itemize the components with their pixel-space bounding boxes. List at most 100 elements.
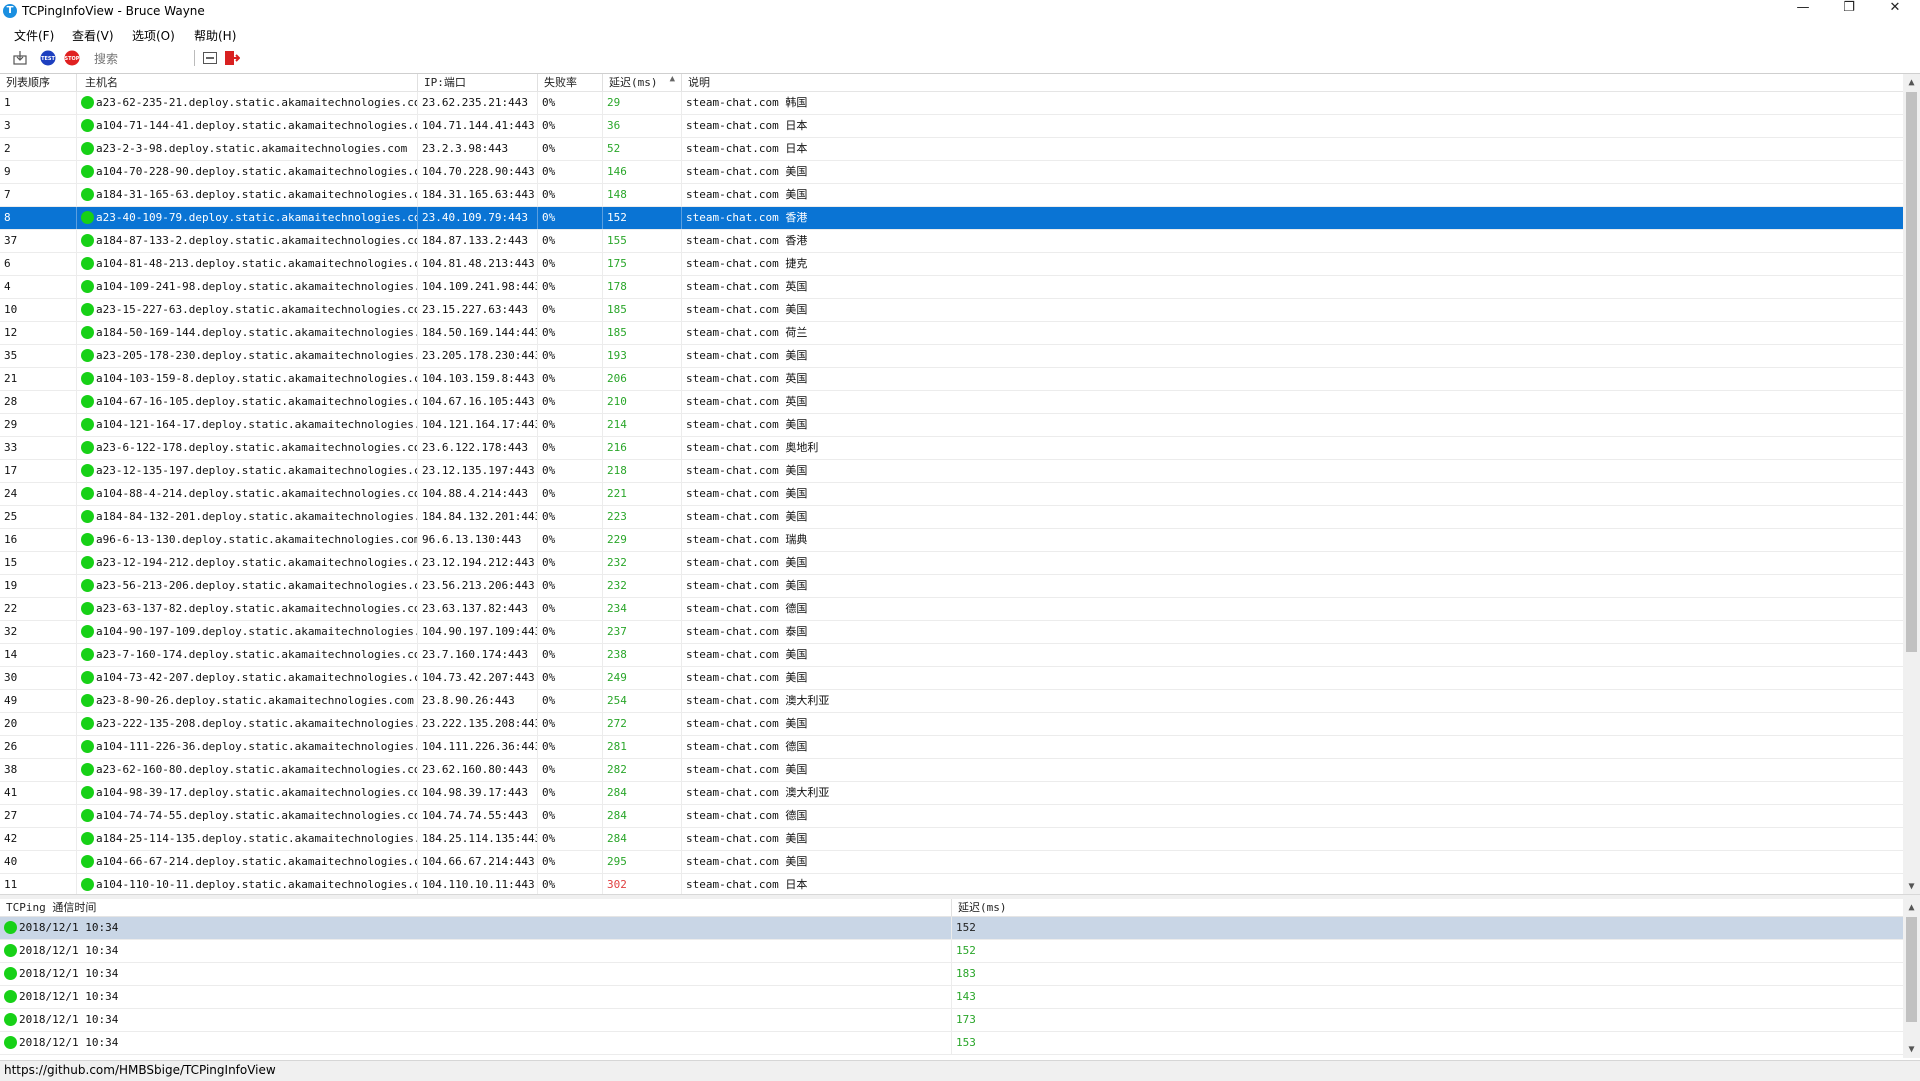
status-ok-icon bbox=[81, 326, 94, 339]
column-fail-rate[interactable]: 失败率 bbox=[538, 74, 603, 91]
row-host-text: a104-90-197-109.deploy.static.akamaitech… bbox=[96, 625, 418, 638]
column-host[interactable]: 主机名 bbox=[77, 74, 418, 91]
row-host-text: a104-66-67-214.deploy.static.akamaitechn… bbox=[96, 855, 418, 868]
row-description: steam-chat.com 美国 bbox=[686, 303, 808, 316]
table-row[interactable]: 3 a104-71-144-41.deploy.static.akamaitech… bbox=[0, 115, 1903, 138]
table-row[interactable]: 42 a184-25-114-135.deploy.static.akamaite… bbox=[0, 828, 1903, 851]
scroll-thumb[interactable] bbox=[1906, 917, 1917, 1022]
list-item[interactable]: 2018/12/1 10:34 183 bbox=[0, 963, 1903, 986]
list-item[interactable]: 2018/12/1 10:34 152 bbox=[0, 940, 1903, 963]
table-row[interactable]: 32 a104-90-197-109.deploy.static.akamaite… bbox=[0, 621, 1903, 644]
table-row[interactable]: 19 a23-56-213-206.deploy.static.akamaitec… bbox=[0, 575, 1903, 598]
scroll-thumb[interactable] bbox=[1906, 92, 1917, 652]
table-row[interactable]: 10 a23-15-227-63.deploy.static.akamaitech… bbox=[0, 299, 1903, 322]
table-row[interactable]: 25 a184-84-132-201.deploy.static.akamaite… bbox=[0, 506, 1903, 529]
close-button[interactable]: ✕ bbox=[1872, 0, 1918, 22]
scroll-up-icon[interactable]: ▲ bbox=[1903, 899, 1920, 916]
list-item[interactable]: 2018/12/1 10:34 153 bbox=[0, 1032, 1903, 1055]
table-row[interactable]: 6 a104-81-48-213.deploy.static.akamaitech… bbox=[0, 253, 1903, 276]
table-row[interactable]: 15 a23-12-194-212.deploy.static.akamaitec… bbox=[0, 552, 1903, 575]
row-host: a23-56-213-206.deploy.static.akamaitechn… bbox=[77, 575, 418, 597]
row-host: a104-103-159-8.deploy.static.akamaitechn… bbox=[77, 368, 418, 390]
ping-time-text: 2018/12/1 10:34 bbox=[19, 944, 119, 957]
row-fail-rate: 0% bbox=[538, 437, 603, 459]
table-row[interactable]: 27 a104-74-74-55.deploy.static.akamaitech… bbox=[0, 805, 1903, 828]
table-row[interactable]: 37 a184-87-133-2.deploy.static.akamaitech… bbox=[0, 230, 1903, 253]
list-item[interactable]: 2018/12/1 10:34 143 bbox=[0, 986, 1903, 1009]
table-row[interactable]: 35 a23-205-178-230.deploy.static.akamaite… bbox=[0, 345, 1903, 368]
row-host-text: a104-109-241-98.deploy.static.akamaitech… bbox=[96, 280, 418, 293]
test-icon[interactable]: TEST bbox=[40, 50, 56, 66]
table-row[interactable]: 17 a23-12-135-197.deploy.static.akamaitec… bbox=[0, 460, 1903, 483]
exit-icon[interactable] bbox=[224, 50, 240, 66]
row-order: 49 bbox=[0, 690, 77, 712]
table-row[interactable]: 33 a23-6-122-178.deploy.static.akamaitech… bbox=[0, 437, 1903, 460]
host-list-header: 列表顺序 主机名 IP:端口 失败率 延迟(ms) ▲ 说明 bbox=[0, 74, 1903, 92]
table-row[interactable]: 1 a23-62-235-21.deploy.static.akamaitechn… bbox=[0, 92, 1903, 115]
column-latency[interactable]: 延迟(ms) ▲ bbox=[603, 74, 682, 91]
table-row[interactable]: 29 a104-121-164-17.deploy.static.akamaite… bbox=[0, 414, 1903, 437]
table-row[interactable]: 16 a96-6-13-130.deploy.static.akamaitechn… bbox=[0, 529, 1903, 552]
load-file-icon[interactable] bbox=[12, 50, 28, 66]
host-list-scrollbar[interactable]: ▲ ▼ bbox=[1903, 74, 1920, 895]
menu-bar: 文件(F) 查看(V) 选项(O) 帮助(H) bbox=[0, 23, 1920, 45]
list-item[interactable]: 2018/12/1 10:34 152 bbox=[0, 917, 1903, 940]
row-host-text: a23-63-137-82.deploy.static.akamaitechno… bbox=[96, 602, 418, 615]
ping-history-scrollbar[interactable]: ▲ ▼ bbox=[1903, 899, 1920, 1058]
table-row[interactable]: 30 a104-73-42-207.deploy.static.akamaitec… bbox=[0, 667, 1903, 690]
row-fail-rate: 0% bbox=[538, 391, 603, 413]
table-row[interactable]: 28 a104-67-16-105.deploy.static.akamaitec… bbox=[0, 391, 1903, 414]
row-description: steam-chat.com 美国 bbox=[686, 510, 808, 523]
table-row[interactable]: 49 a23-8-90-26.deploy.static.akamaitechno… bbox=[0, 690, 1903, 713]
table-row[interactable]: 24 a104-88-4-214.deploy.static.akamaitech… bbox=[0, 483, 1903, 506]
table-row[interactable]: 12 a184-50-169-144.deploy.static.akamaite… bbox=[0, 322, 1903, 345]
row-fail-rate: 0% bbox=[538, 506, 603, 528]
search-input[interactable] bbox=[92, 50, 196, 68]
column-description[interactable]: 说明 bbox=[682, 74, 1903, 91]
table-row[interactable]: 21 a104-103-159-8.deploy.static.akamaitec… bbox=[0, 368, 1903, 391]
menu-file[interactable]: 文件(F) bbox=[14, 27, 54, 44]
maximize-button[interactable]: ❐ bbox=[1826, 0, 1872, 22]
row-host: a184-84-132-201.deploy.static.akamaitech… bbox=[77, 506, 418, 528]
status-text: https://github.com/HMBSbige/TCPingInfoVi… bbox=[4, 1063, 276, 1077]
table-row[interactable]: 2 a23-2-3-98.deploy.static.akamaitechnolo… bbox=[0, 138, 1903, 161]
menu-view[interactable]: 查看(V) bbox=[72, 27, 114, 44]
table-row[interactable]: 14 a23-7-160-174.deploy.static.akamaitech… bbox=[0, 644, 1903, 667]
collapse-icon[interactable] bbox=[202, 50, 218, 66]
toolbar-separator bbox=[194, 50, 195, 66]
table-row[interactable]: 41 a104-98-39-17.deploy.static.akamaitech… bbox=[0, 782, 1903, 805]
table-row[interactable]: 8 a23-40-109-79.deploy.static.akamaitechn… bbox=[0, 207, 1903, 230]
row-host: a23-12-194-212.deploy.static.akamaitechn… bbox=[77, 552, 418, 574]
row-description: steam-chat.com 泰国 bbox=[686, 625, 808, 638]
minimize-button[interactable]: — bbox=[1780, 0, 1826, 22]
table-row[interactable]: 7 a184-31-165-63.deploy.static.akamaitech… bbox=[0, 184, 1903, 207]
table-row[interactable]: 20 a23-222-135-208.deploy.static.akamaite… bbox=[0, 713, 1903, 736]
table-row[interactable]: 4 a104-109-241-98.deploy.static.akamaitec… bbox=[0, 276, 1903, 299]
table-row[interactable]: 26 a104-111-226-36.deploy.static.akamaite… bbox=[0, 736, 1903, 759]
row-ip: 184.87.133.2:443 bbox=[418, 230, 538, 252]
stop-icon[interactable]: STOP bbox=[64, 50, 80, 66]
scroll-up-icon[interactable]: ▲ bbox=[1903, 74, 1920, 91]
table-row[interactable]: 38 a23-62-160-80.deploy.static.akamaitech… bbox=[0, 759, 1903, 782]
column-order[interactable]: 列表顺序 bbox=[0, 74, 77, 91]
row-host: a23-62-160-80.deploy.static.akamaitechno… bbox=[77, 759, 418, 781]
row-host-text: a23-7-160-174.deploy.static.akamaitechno… bbox=[96, 648, 418, 661]
row-fail-rate: 0% bbox=[538, 736, 603, 758]
row-latency: 254 bbox=[603, 690, 682, 712]
table-row[interactable]: 40 a104-66-67-214.deploy.static.akamaitec… bbox=[0, 851, 1903, 874]
menu-help[interactable]: 帮助(H) bbox=[194, 27, 236, 44]
scroll-down-icon[interactable]: ▼ bbox=[1903, 878, 1920, 895]
column-ping-latency[interactable]: 延迟(ms) bbox=[952, 899, 1903, 916]
status-ok-icon bbox=[81, 303, 94, 316]
row-latency: 185 bbox=[603, 299, 682, 321]
row-order: 20 bbox=[0, 713, 77, 735]
column-ip[interactable]: IP:端口 bbox=[418, 74, 538, 91]
column-ping-time[interactable]: TCPing 通信时间 bbox=[0, 899, 952, 916]
menu-options[interactable]: 选项(O) bbox=[132, 27, 175, 44]
list-item[interactable]: 2018/12/1 10:34 173 bbox=[0, 1009, 1903, 1032]
row-fail-rate: 0% bbox=[538, 253, 603, 275]
row-fail-rate: 0% bbox=[538, 529, 603, 551]
table-row[interactable]: 22 a23-63-137-82.deploy.static.akamaitech… bbox=[0, 598, 1903, 621]
scroll-down-icon[interactable]: ▼ bbox=[1903, 1041, 1920, 1058]
table-row[interactable]: 9 a104-70-228-90.deploy.static.akamaitech… bbox=[0, 161, 1903, 184]
